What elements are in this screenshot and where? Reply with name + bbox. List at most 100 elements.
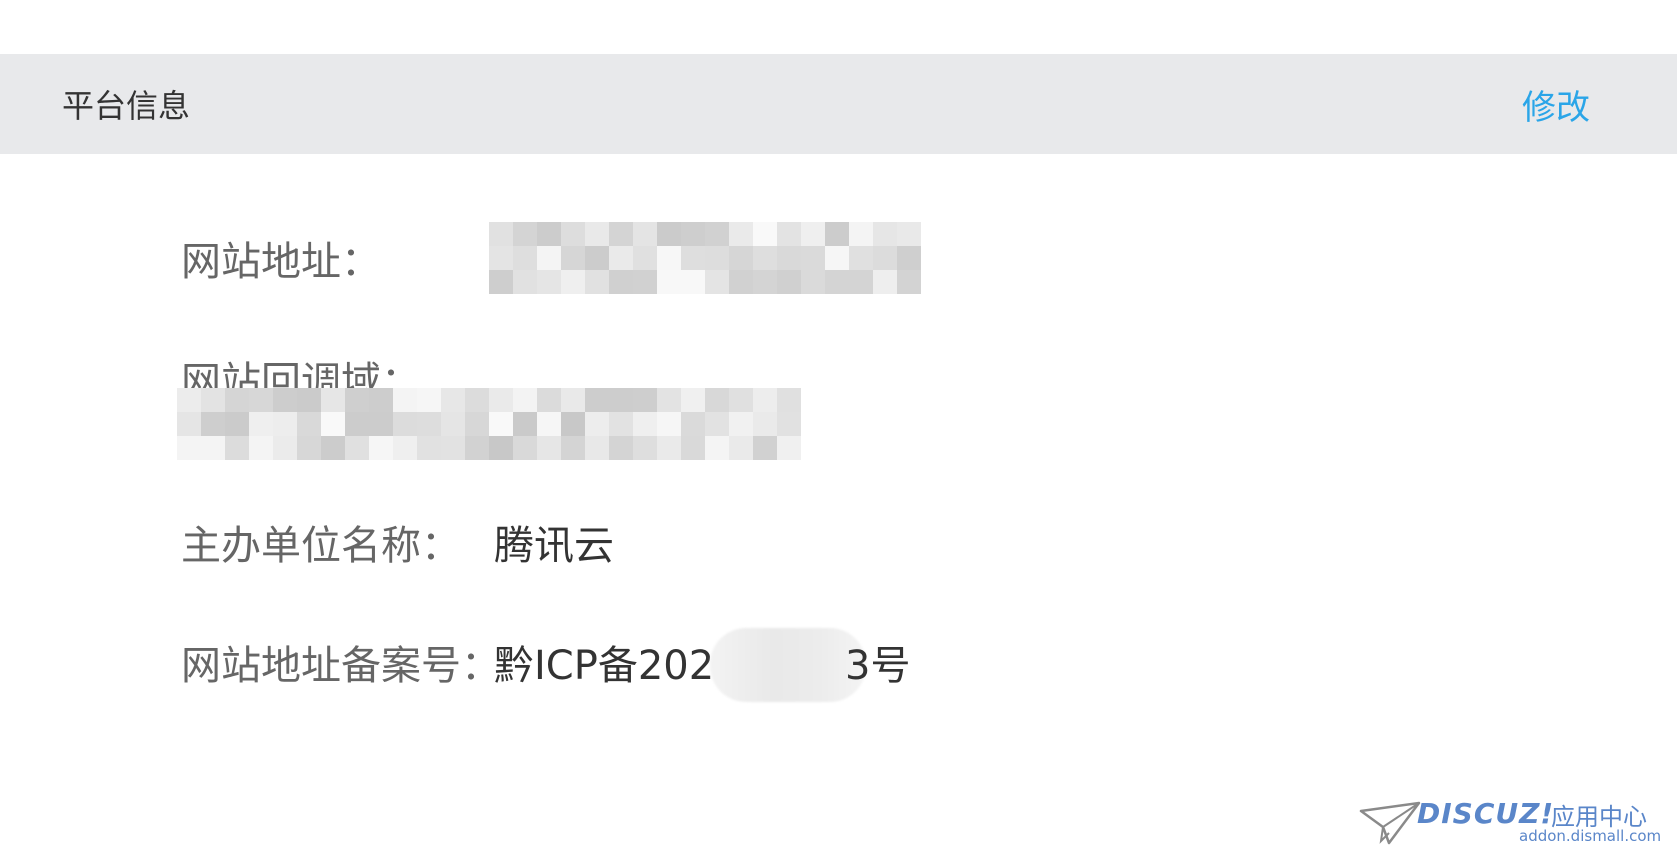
redaction-pixel bbox=[777, 412, 801, 436]
redaction-pixel bbox=[513, 246, 537, 270]
redaction-pixel bbox=[393, 412, 417, 436]
redaction-pixel bbox=[369, 412, 393, 436]
redaction-pixel bbox=[609, 436, 633, 460]
redaction-pixel bbox=[897, 222, 921, 246]
redaction-pixel bbox=[321, 436, 345, 460]
redaction-pixel bbox=[465, 436, 489, 460]
organizer-value: 腾讯云 bbox=[494, 523, 614, 569]
icp-record-value-suffix: 3号 bbox=[845, 643, 911, 689]
redaction-pixel bbox=[753, 270, 777, 294]
redaction-pixel bbox=[681, 246, 705, 270]
redaction-pixel bbox=[321, 388, 345, 412]
redaction-pixel bbox=[177, 388, 201, 412]
callback-domain-label: 网站回调域： bbox=[181, 359, 421, 392]
redaction-pixel bbox=[633, 270, 657, 294]
redaction-pixel bbox=[633, 412, 657, 436]
redaction-pixel bbox=[513, 270, 537, 294]
redaction-pixel bbox=[249, 388, 273, 412]
redaction-pixel bbox=[585, 270, 609, 294]
redaction-pixel bbox=[537, 222, 561, 246]
redaction-pixel bbox=[705, 246, 729, 270]
redaction-pixel bbox=[897, 246, 921, 270]
redaction-pixel bbox=[225, 436, 249, 460]
redaction-pixel bbox=[537, 436, 561, 460]
redaction-pixel bbox=[321, 412, 345, 436]
redaction-pixel bbox=[585, 412, 609, 436]
redaction-pixel bbox=[489, 388, 513, 412]
site-url-label: 网站地址： bbox=[181, 239, 381, 285]
watermark-brand: DISCUZ! bbox=[1417, 797, 1555, 830]
redaction-pixel bbox=[249, 412, 273, 436]
redaction-pixel bbox=[681, 388, 705, 412]
redaction-pixel bbox=[273, 388, 297, 412]
redaction-pixel bbox=[585, 246, 609, 270]
redaction-pixel bbox=[297, 412, 321, 436]
redaction-pixel bbox=[681, 270, 705, 294]
redaction-pixel bbox=[561, 270, 585, 294]
redaction-pixel bbox=[513, 436, 537, 460]
redaction-pixel bbox=[753, 388, 777, 412]
redaction-pixel bbox=[417, 412, 441, 436]
redaction-pixel bbox=[705, 436, 729, 460]
redaction-pixel bbox=[393, 436, 417, 460]
redaction-pixel bbox=[393, 388, 417, 412]
icp-record-label: 网站地址备案号： bbox=[181, 643, 501, 689]
platform-info-page: 平台信息 修改 网站地址： 网站回调域： 主办单位名称： 腾讯云 网站地址备案号… bbox=[0, 0, 1677, 861]
redaction-pixel bbox=[753, 246, 777, 270]
redaction-pixel bbox=[561, 222, 585, 246]
redaction-pixel bbox=[345, 412, 369, 436]
redaction-pixel bbox=[657, 222, 681, 246]
organizer-label: 主办单位名称： bbox=[181, 523, 461, 569]
redaction-pixel bbox=[297, 388, 321, 412]
redaction-pixel bbox=[825, 222, 849, 246]
redaction-pixel bbox=[705, 388, 729, 412]
redaction-pixel bbox=[657, 412, 681, 436]
redaction-pixel bbox=[705, 222, 729, 246]
redaction-pixel bbox=[537, 388, 561, 412]
redaction-pixel bbox=[633, 436, 657, 460]
redaction-pixel bbox=[753, 222, 777, 246]
callback-domain-redacted-value bbox=[177, 388, 801, 460]
redaction-pixel bbox=[465, 388, 489, 412]
redaction-pixel bbox=[729, 388, 753, 412]
redaction-pixel bbox=[489, 436, 513, 460]
redaction-pixel bbox=[585, 222, 609, 246]
redaction-pixel bbox=[489, 270, 513, 294]
icp-record-value-prefix: 黔ICP备202 bbox=[494, 643, 715, 689]
redaction-pixel bbox=[705, 270, 729, 294]
redaction-pixel bbox=[417, 436, 441, 460]
redaction-pixel bbox=[729, 412, 753, 436]
redaction-pixel bbox=[201, 436, 225, 460]
redaction-pixel bbox=[681, 222, 705, 246]
redaction-pixel bbox=[633, 246, 657, 270]
redaction-pixel bbox=[225, 412, 249, 436]
redaction-pixel bbox=[801, 246, 825, 270]
icp-record-redaction bbox=[710, 628, 866, 702]
watermark-url: addon.dismall.com bbox=[1519, 827, 1662, 845]
redaction-pixel bbox=[609, 388, 633, 412]
redaction-pixel bbox=[777, 270, 801, 294]
redaction-pixel bbox=[441, 388, 465, 412]
redaction-pixel bbox=[441, 436, 465, 460]
redaction-pixel bbox=[249, 436, 273, 460]
redaction-pixel bbox=[729, 270, 753, 294]
redaction-pixel bbox=[825, 246, 849, 270]
redaction-pixel bbox=[609, 412, 633, 436]
redaction-pixel bbox=[297, 436, 321, 460]
redaction-pixel bbox=[537, 270, 561, 294]
redaction-pixel bbox=[753, 412, 777, 436]
redaction-pixel bbox=[705, 412, 729, 436]
redaction-pixel bbox=[417, 388, 441, 412]
redaction-pixel bbox=[513, 388, 537, 412]
redaction-pixel bbox=[801, 270, 825, 294]
redaction-pixel bbox=[489, 412, 513, 436]
redaction-pixel bbox=[609, 222, 633, 246]
redaction-pixel bbox=[873, 270, 897, 294]
redaction-pixel bbox=[609, 246, 633, 270]
edit-link[interactable]: 修改 bbox=[1522, 80, 1590, 129]
redaction-pixel bbox=[657, 388, 681, 412]
redaction-pixel bbox=[681, 412, 705, 436]
redaction-pixel bbox=[201, 412, 225, 436]
redaction-pixel bbox=[849, 246, 873, 270]
redaction-pixel bbox=[177, 436, 201, 460]
